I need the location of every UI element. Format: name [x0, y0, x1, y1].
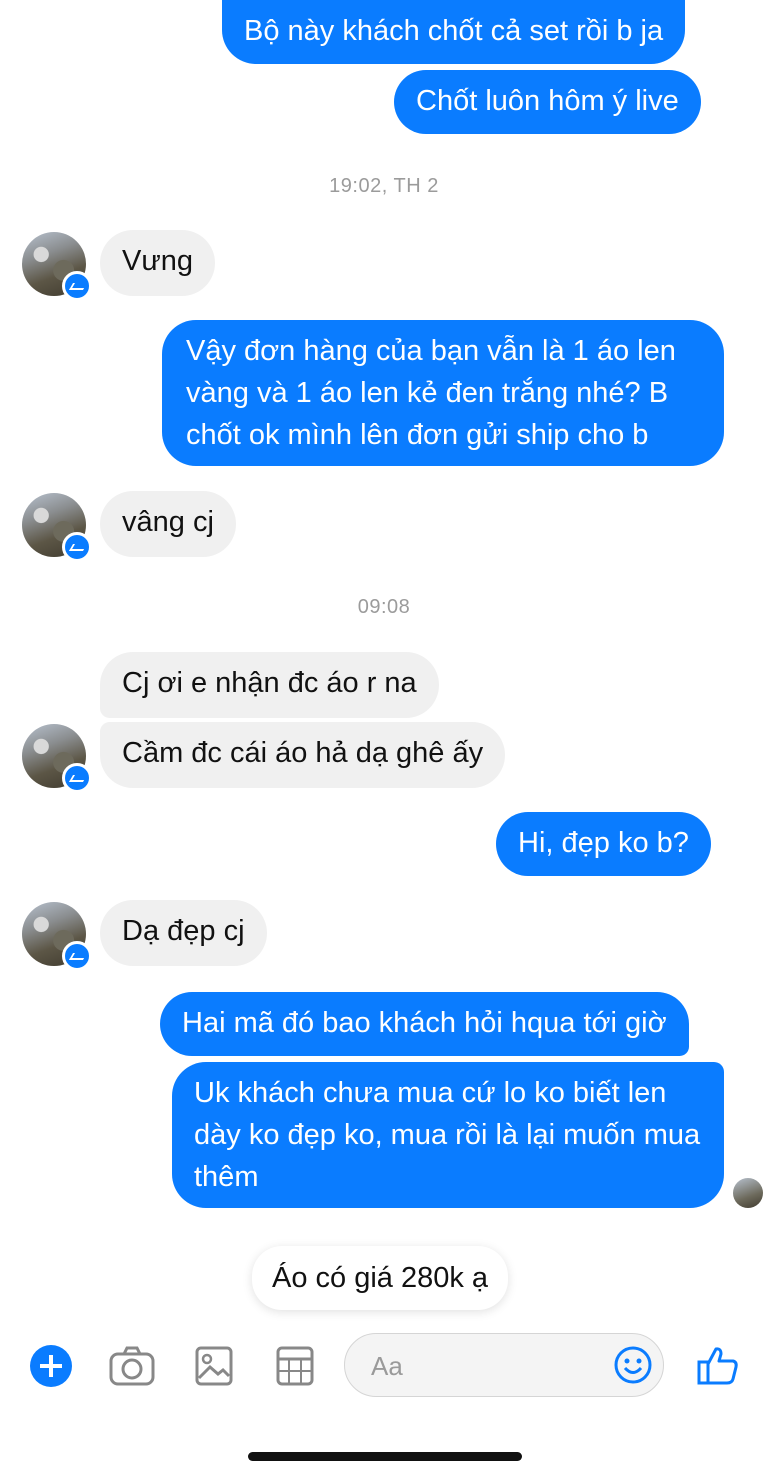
- message-outgoing[interactable]: Vậy đơn hàng của bạn vẫn là 1 áo len vàn…: [162, 320, 724, 466]
- timestamp: 19:02, TH 2: [329, 175, 439, 197]
- messenger-badge-icon: [62, 763, 92, 793]
- messenger-badge-icon: [62, 941, 92, 971]
- message-incoming[interactable]: Cầm đc cái áo hả dạ ghê ấy: [100, 722, 506, 788]
- messenger-badge-icon: [62, 271, 92, 301]
- message-outgoing[interactable]: Chốt luôn hôm ý live: [394, 70, 701, 134]
- camera-icon[interactable]: [108, 1345, 156, 1392]
- timestamp: 09:08: [357, 596, 411, 618]
- thumbs-up-icon[interactable]: [696, 1343, 740, 1392]
- message-input[interactable]: [369, 1348, 593, 1384]
- plus-icon[interactable]: [30, 1345, 72, 1392]
- message-incoming[interactable]: Cj ơi e nhận đc áo r na: [100, 652, 439, 718]
- sticker-icon[interactable]: [275, 1345, 315, 1392]
- message-outgoing[interactable]: Hi, đẹp ko b?: [496, 812, 711, 876]
- message-incoming[interactable]: Vưng: [100, 230, 216, 296]
- message-incoming[interactable]: vâng cj: [100, 491, 236, 557]
- message-outgoing[interactable]: Uk khách chưa mua cứ lo ko biết len dày …: [172, 1062, 724, 1208]
- emoji-icon[interactable]: [613, 1345, 653, 1390]
- seen-avatar: [733, 1178, 763, 1208]
- message-outgoing[interactable]: Hai mã đó bao khách hỏi hqua tới giờ: [160, 992, 689, 1056]
- message-outgoing[interactable]: Bộ này khách chốt cả set rồi b ja: [222, 0, 686, 64]
- image-icon[interactable]: [194, 1345, 234, 1392]
- message-composer[interactable]: [344, 1333, 664, 1397]
- message-incoming[interactable]: Dạ đẹp cj: [100, 900, 267, 966]
- messenger-badge-icon: [62, 532, 92, 562]
- price-popup[interactable]: Áo có giá 280k ạ: [252, 1246, 509, 1310]
- home-indicator[interactable]: [248, 1452, 522, 1461]
